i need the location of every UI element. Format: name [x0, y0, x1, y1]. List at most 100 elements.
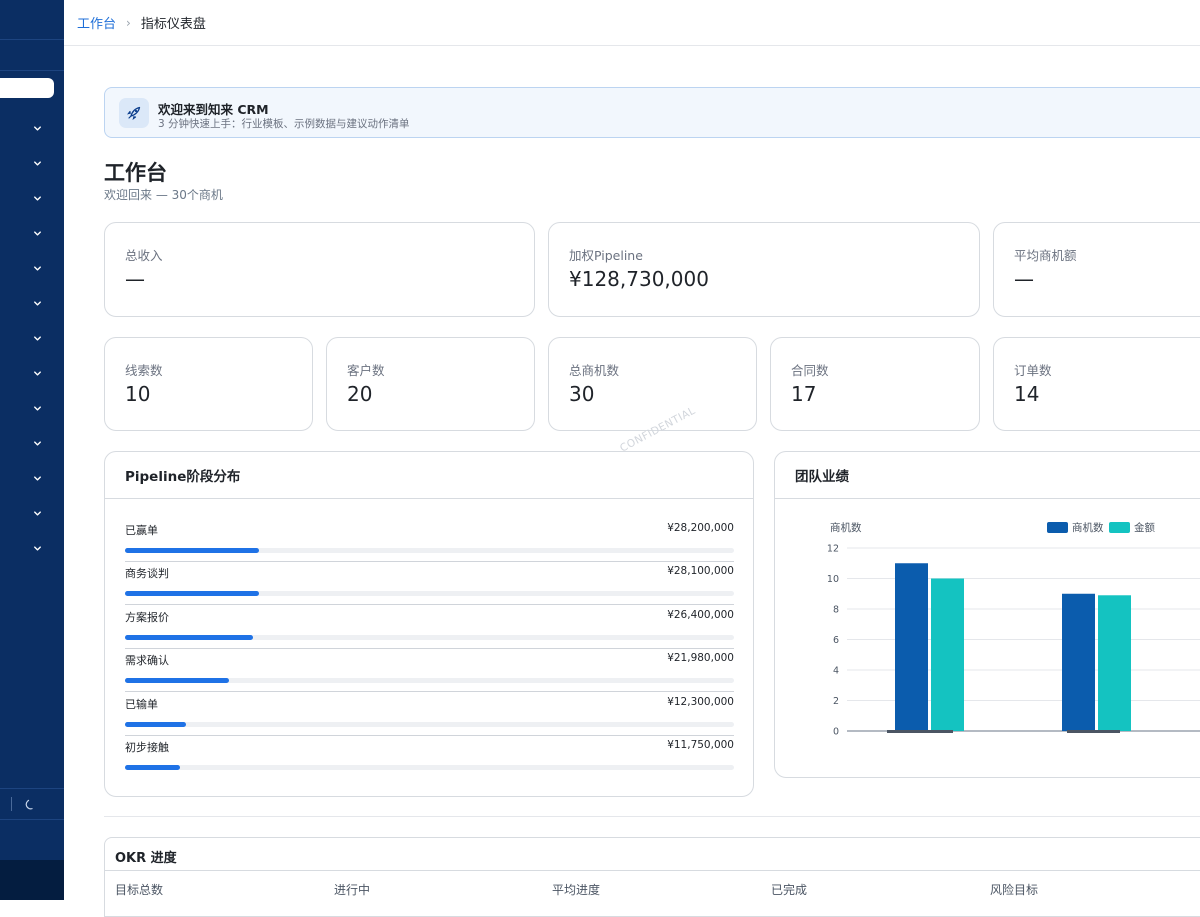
- stage-progress-track: [125, 721, 734, 727]
- chevron-down-icon[interactable]: [30, 331, 44, 345]
- stage-progress-fill: [125, 591, 259, 597]
- stage-divider: [125, 604, 734, 606]
- kpi-card-orders: 订单数 14: [993, 337, 1200, 431]
- kpi-value: —: [125, 267, 145, 291]
- stage-progress-track: [125, 634, 734, 640]
- okr-col-in-progress: 进行中: [334, 883, 371, 897]
- kpi-card-contracts: 合同数 17: [770, 337, 980, 431]
- stage-name: 初步接触: [125, 741, 169, 754]
- kpi-card-opportunities: 总商机数 30: [548, 337, 757, 431]
- stage-progress-fill: [125, 721, 186, 727]
- chevron-down-icon[interactable]: [30, 366, 44, 380]
- y-tick-label: 2: [833, 696, 839, 707]
- sidebar-divider: [0, 788, 64, 789]
- rocket-icon: [119, 98, 149, 128]
- stage-name: 已输单: [125, 697, 158, 711]
- stage-name: 商务谈判: [125, 567, 169, 581]
- legend-swatch: [1109, 522, 1130, 533]
- kpi-value: 17: [791, 382, 817, 406]
- stage-amount: ¥12,300,000: [667, 695, 734, 708]
- kpi-value: 30: [569, 382, 595, 406]
- stage-name: 需求确认: [125, 654, 169, 668]
- stage-progress-track: [125, 548, 734, 553]
- pipeline-panel: Pipeline阶段分布 已赢单 ¥28,200,000 商务谈判 ¥28,100,0…: [104, 451, 754, 797]
- team-performance-panel: 团队业绩 商机数 0 2 4 6 8 10 12 商机数 金额: [774, 451, 1200, 778]
- kpi-value: 20: [347, 382, 373, 406]
- stage-progress-track: [125, 765, 734, 770]
- stage-amount: ¥11,750,000: [667, 739, 734, 751]
- okr-divider: [105, 870, 1200, 871]
- sidebar-divider: [0, 39, 64, 40]
- chevron-down-icon[interactable]: [30, 296, 44, 310]
- kpi-card-weighted-pipeline: 加权Pipeline ¥128,730,000: [548, 222, 980, 317]
- pipeline-stage-row: 商务谈判 ¥28,100,000: [125, 565, 734, 608]
- sidebar: [0, 0, 64, 900]
- kpi-card-leads: 线索数 10: [104, 337, 313, 431]
- sidebar-search-input[interactable]: [0, 78, 54, 98]
- kpi-card-avg-deal: 平均商机额 —: [993, 222, 1200, 317]
- stage-amount: ¥21,980,000: [667, 652, 734, 665]
- stage-divider: [125, 734, 734, 736]
- moon-icon[interactable]: [23, 797, 37, 811]
- chevron-down-icon[interactable]: [30, 541, 44, 555]
- legend-label: 金额: [1134, 521, 1156, 534]
- team-performance-chart: 商机数 0 2 4 6 8 10 12 商机数 金额: [827, 521, 1200, 738]
- sidebar-divider: [11, 797, 12, 811]
- banner-subtitle: 3 分钟快速上手：行业模板、示例数据与建议动作清单: [158, 118, 410, 130]
- kpi-value: —: [1014, 267, 1034, 291]
- stage-amount: ¥28,100,000: [667, 565, 734, 578]
- chevron-down-icon[interactable]: [30, 226, 44, 240]
- stage-divider: [125, 647, 734, 649]
- breadcrumb: 工作台 › 指标仪表盘: [64, 0, 1200, 46]
- sidebar-footer: [0, 860, 64, 900]
- kpi-label: 总商机数: [569, 363, 620, 378]
- chevron-down-icon[interactable]: [30, 156, 44, 170]
- y-tick-label: 4: [833, 666, 839, 677]
- kpi-card-customers: 客户数 20: [326, 337, 535, 431]
- chevron-down-icon[interactable]: [30, 471, 44, 485]
- stage-divider: [125, 561, 734, 562]
- y-tick-label: 8: [833, 605, 839, 616]
- breadcrumb-root-link[interactable]: 工作台: [77, 13, 116, 32]
- chevron-right-icon: ›: [126, 15, 131, 30]
- chevron-down-icon[interactable]: [30, 121, 44, 135]
- y-tick-label: 10: [827, 574, 839, 585]
- bar-count: [895, 563, 928, 731]
- okr-title: OKR 进度: [115, 851, 177, 866]
- chevron-down-icon[interactable]: [30, 506, 44, 520]
- pipeline-stage-row: 需求确认 ¥21,980,000: [125, 652, 734, 695]
- y-tick-label: 6: [833, 635, 839, 646]
- stage-amount: ¥28,200,000: [667, 522, 734, 534]
- stage-amount: ¥26,400,000: [667, 608, 734, 621]
- stage-name: 已赢单: [125, 524, 158, 537]
- kpi-label: 加权Pipeline: [569, 248, 643, 263]
- bar-count: [1062, 593, 1095, 731]
- bar-amount: [1098, 595, 1131, 731]
- x-axis-category-tick: [1067, 730, 1120, 733]
- pipeline-stage-row: 已赢单 ¥28,200,000: [125, 522, 734, 565]
- kpi-value: 10: [125, 382, 151, 406]
- stage-progress-track: [125, 678, 734, 684]
- stage-progress-fill: [125, 765, 180, 770]
- section-divider: [104, 816, 1200, 817]
- kpi-label: 合同数: [791, 363, 829, 378]
- y-tick-label: 0: [833, 727, 839, 738]
- chevron-down-icon[interactable]: [30, 261, 44, 275]
- okr-col-avg-progress: 平均进度: [552, 883, 601, 897]
- pipeline-stage-row: 初步接触 ¥11,750,000: [125, 739, 734, 782]
- chevron-down-icon[interactable]: [30, 191, 44, 205]
- okr-col-total: 目标总数: [115, 883, 164, 897]
- stage-progress-track: [125, 591, 734, 597]
- breadcrumb-current: 指标仪表盘: [140, 17, 206, 32]
- pipeline-panel-title: Pipeline阶段分布: [105, 452, 753, 499]
- welcome-banner[interactable]: 欢迎来到知来 CRM 3 分钟快速上手：行业模板、示例数据与建议动作清单: [104, 87, 1200, 138]
- team-panel-title: 团队业绩: [775, 452, 1200, 499]
- okr-col-at-risk: 风险目标: [990, 883, 1039, 897]
- page-title: 工作台: [104, 161, 167, 185]
- kpi-card-total-revenue: 总收入 —: [104, 222, 535, 317]
- chevron-down-icon[interactable]: [30, 401, 44, 415]
- y-axis-label: 商机数: [830, 521, 862, 534]
- kpi-label: 平均商机额: [1014, 248, 1077, 263]
- chevron-down-icon[interactable]: [30, 436, 44, 450]
- kpi-label: 订单数: [1014, 363, 1052, 378]
